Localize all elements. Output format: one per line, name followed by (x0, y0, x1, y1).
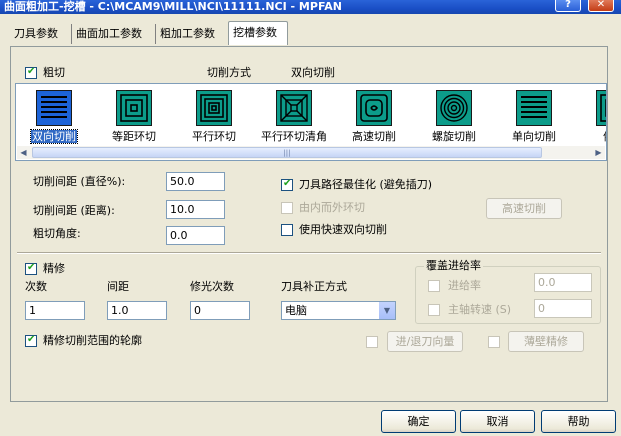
cutter-comp-label: 刀具补正方式 (281, 280, 347, 293)
minimize-burial-checkbox[interactable] (281, 178, 293, 191)
finish-spacing-label: 间距 (107, 280, 129, 293)
pattern-label: 依外 (603, 130, 606, 143)
scroll-thumb[interactable]: ||| (32, 147, 542, 158)
one-way-icon (516, 90, 552, 126)
spiral-inside-out-label: 由内而外环切 (299, 201, 365, 214)
rough-angle-label: 粗切角度: (33, 227, 81, 240)
tab-rough-parameters[interactable]: 粗加工参数 (156, 24, 229, 44)
pattern-high-speed[interactable]: 高速切削 (338, 90, 410, 150)
scroll-right-icon[interactable]: ▶ (592, 146, 605, 159)
tab-tool-parameters[interactable]: 刀具参数 (10, 24, 72, 44)
parallel-spiral-clean-corners-icon (276, 90, 312, 126)
pattern-label: 平行环切 (192, 130, 236, 143)
pattern-label: 单向切削 (512, 130, 556, 143)
tab-pocket-parameters[interactable]: 挖槽参数 (228, 21, 288, 45)
title-bar[interactable]: 曲面粗加工-挖槽 - C:\MCAM9\MILL\NCI\11111.NCI -… (0, 0, 621, 14)
cut-method-list[interactable]: 双向切削 等距环切 平行环切 平行环切清角 高速切削 螺旋切削 单向切削 ◀ |… (15, 83, 607, 161)
spindle-speed-label: 主轴转速 (S) (448, 303, 512, 316)
stepover-percent-input[interactable]: 50.0 (166, 172, 225, 191)
finish-spacing-input[interactable]: 1.0 (107, 301, 167, 320)
pattern-parallel-spiral[interactable]: 平行环切 (178, 90, 250, 150)
lead-in-out-button[interactable]: 进/退刀向量 (387, 331, 463, 352)
rough-enabled-checkbox[interactable] (25, 66, 37, 79)
feed-rate-label: 进给率 (448, 279, 481, 292)
pattern-constant-overlap-spiral[interactable]: 等距环切 (98, 90, 170, 150)
stepover-distance-label: 切削间距 (距离): (33, 204, 115, 217)
finish-passes-label: 次数 (25, 280, 47, 293)
rough-enabled-label: 粗切 (43, 66, 65, 79)
feed-rate-input[interactable]: 0.0 (534, 273, 592, 292)
minimize-burial-label: 刀具路径最佳化 (避免插刀) (299, 178, 433, 191)
stepover-distance-input[interactable]: 10.0 (166, 200, 225, 219)
stepover-percent-label: 切削间距 (直径%): (33, 175, 126, 188)
pattern-label: 高速切削 (352, 130, 396, 143)
pattern-morph-spiral[interactable]: 依外 (578, 90, 606, 150)
pattern-label: 平行环切清角 (261, 130, 327, 143)
spring-passes-input[interactable]: 0 (190, 301, 250, 320)
true-spiral-icon (436, 90, 472, 126)
high-speed-icon (356, 90, 392, 126)
lead-in-out-checkbox[interactable] (366, 336, 378, 348)
finish-enabled-label: 精修 (43, 262, 65, 275)
ok-button[interactable]: 确定 (381, 410, 456, 433)
spindle-speed-input[interactable]: 0 (534, 299, 592, 318)
thin-wall-checkbox[interactable] (488, 336, 500, 348)
close-window-button[interactable]: ✕ (588, 0, 614, 12)
pattern-scrollbar[interactable]: ◀ ||| ▶ (17, 146, 605, 159)
thin-wall-button[interactable]: 薄壁精修 (508, 331, 584, 352)
spring-passes-label: 修光次数 (190, 280, 234, 293)
override-feed-group: 覆盖进给率 进给率 0.0 主轴转速 (S) 0 (415, 259, 601, 324)
finish-passes-input[interactable]: 1 (25, 301, 85, 320)
quick-zigzag-label: 使用快速双向切削 (299, 223, 387, 236)
window-title: 曲面粗加工-挖槽 - C:\MCAM9\MILL\NCI\11111.NCI -… (4, 0, 342, 13)
cut-method-label: 切削方式 (207, 66, 251, 79)
pocket-parameters-panel: 粗切 切削方式 双向切削 双向切削 等距环切 平行环切 平行环切清角 (10, 46, 608, 402)
chevron-down-icon[interactable]: ▼ (378, 302, 395, 319)
pattern-label: 螺旋切削 (432, 130, 476, 143)
finish-outer-boundary-label: 精修切削范围的轮廓 (43, 334, 142, 347)
cutter-comp-select[interactable]: 电脑 ▼ (281, 301, 396, 320)
constant-overlap-spiral-icon (116, 90, 152, 126)
scroll-left-icon[interactable]: ◀ (17, 146, 30, 159)
finish-enabled-checkbox[interactable] (25, 262, 37, 275)
cut-method-value: 双向切削 (291, 66, 335, 79)
pattern-label: 等距环切 (112, 130, 156, 143)
pattern-label: 双向切削 (30, 129, 78, 144)
quick-zigzag-checkbox[interactable] (281, 224, 293, 236)
help-title-button[interactable]: ? (555, 0, 581, 12)
finish-outer-boundary-checkbox[interactable] (25, 334, 37, 347)
pattern-parallel-spiral-clean-corners[interactable]: 平行环切清角 (258, 90, 330, 150)
zigzag-icon (36, 90, 72, 126)
cancel-button[interactable]: 取消 (460, 410, 535, 433)
rough-angle-input[interactable]: 0.0 (166, 226, 225, 245)
tab-surface-parameters[interactable]: 曲面加工参数 (72, 24, 156, 44)
feed-rate-checkbox[interactable] (428, 280, 440, 292)
section-divider (17, 252, 601, 254)
high-speed-button[interactable]: 高速切削 (486, 198, 562, 219)
morph-spiral-icon (596, 90, 606, 126)
pattern-zigzag[interactable]: 双向切削 (18, 90, 90, 150)
spiral-inside-out-checkbox[interactable] (281, 202, 293, 214)
pattern-true-spiral[interactable]: 螺旋切削 (418, 90, 490, 150)
spindle-speed-checkbox[interactable] (428, 304, 440, 316)
help-button[interactable]: 帮助 (541, 410, 616, 433)
override-feed-title: 覆盖进给率 (424, 259, 483, 273)
parallel-spiral-icon (196, 90, 232, 126)
cutter-comp-value: 电脑 (285, 304, 307, 317)
pattern-one-way[interactable]: 单向切削 (498, 90, 570, 150)
